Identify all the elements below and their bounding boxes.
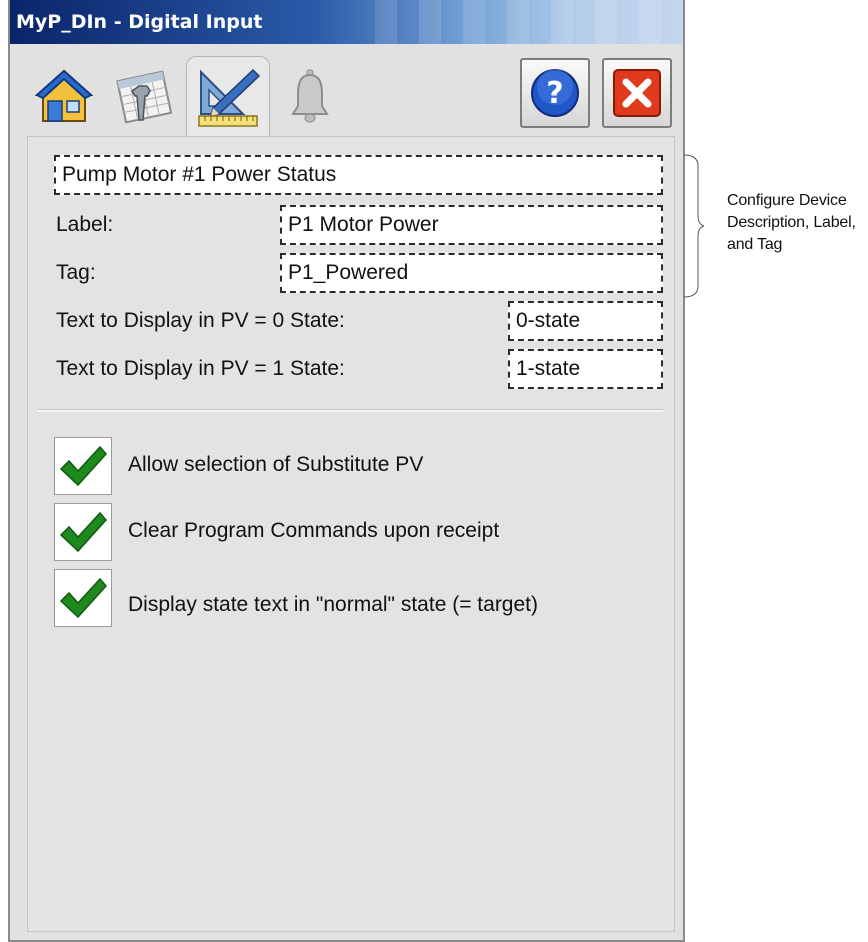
checkmark-icon	[59, 445, 107, 487]
label-caption: Label:	[56, 213, 114, 236]
window-title: MyP_DIn - Digital Input	[16, 11, 263, 33]
close-button[interactable]	[602, 58, 672, 128]
normal-state-text-label: Display state text in "normal" state (= …	[128, 593, 538, 616]
tab-maintenance[interactable]	[112, 62, 176, 130]
tab-home[interactable]	[32, 62, 96, 130]
clear-commands-label: Clear Program Commands upon receipt	[128, 519, 500, 542]
state0-caption: Text to Display in PV = 0 State:	[56, 309, 345, 332]
annotation-line-3: and Tag	[727, 236, 783, 253]
annotation-line-1: Configure Device	[727, 192, 847, 209]
annotation-bracket	[684, 154, 704, 298]
bell-icon	[291, 69, 329, 123]
section-divider	[38, 409, 663, 412]
faceplate-window: MyP_DIn - Digital Input ? Pump Motor #1 …	[8, 0, 685, 942]
label-field[interactable]: P1 Motor Power	[280, 205, 663, 245]
help-icon: ?	[531, 69, 579, 117]
tab-strip: ?	[10, 44, 683, 137]
checkmark-icon	[59, 577, 107, 619]
close-icon	[613, 69, 661, 117]
title-bar: MyP_DIn - Digital Input	[10, 0, 683, 44]
state1-caption: Text to Display in PV = 1 State:	[56, 357, 345, 380]
ruler-pencil-icon	[198, 68, 261, 127]
home-icon	[35, 69, 93, 122]
tab-engineering[interactable]	[186, 56, 270, 137]
substitute-pv-label: Allow selection of Substitute PV	[128, 453, 424, 476]
tab-alarms[interactable]	[278, 62, 342, 130]
tag-field[interactable]: P1_Powered	[280, 253, 663, 293]
help-button[interactable]: ?	[520, 58, 590, 128]
state1-field[interactable]: 1-state	[508, 349, 663, 389]
clear-commands-checkbox[interactable]	[54, 503, 112, 561]
engineering-panel: Pump Motor #1 Power Status Label: P1 Mot…	[27, 136, 675, 932]
annotation-text: Configure Device Description, Label, and…	[727, 190, 867, 256]
annotation-line-2: Description, Label,	[727, 214, 856, 231]
calendar-wrench-icon	[116, 70, 173, 124]
checkmark-icon	[59, 511, 107, 553]
normal-state-text-checkbox[interactable]	[54, 569, 112, 627]
tag-caption: Tag:	[56, 261, 96, 284]
state0-field[interactable]: 0-state	[508, 301, 663, 341]
svg-text:?: ?	[546, 76, 563, 111]
substitute-pv-checkbox[interactable]	[54, 437, 112, 495]
description-field[interactable]: Pump Motor #1 Power Status	[54, 155, 663, 195]
